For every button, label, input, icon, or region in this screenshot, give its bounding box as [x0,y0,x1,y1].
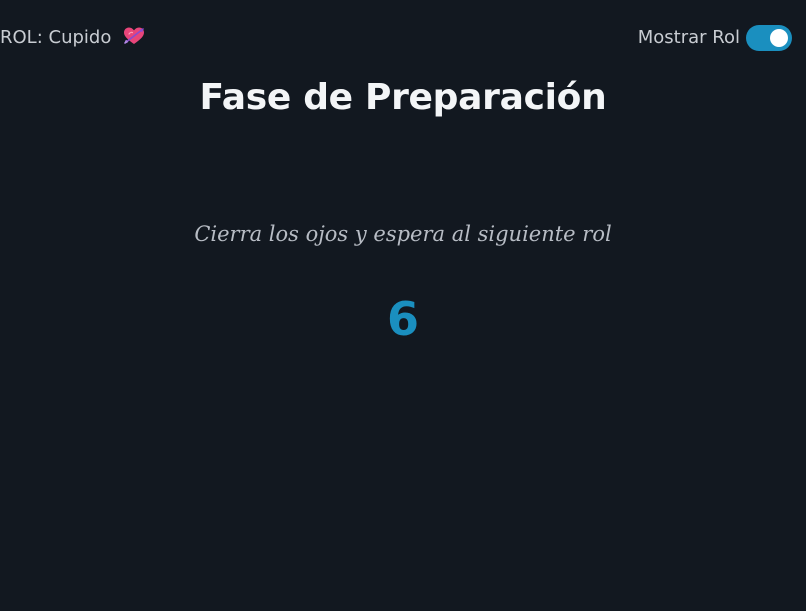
heart-with-arrow-icon [123,26,145,46]
role-prefix: ROL: [0,27,49,48]
show-role-control: Mostrar Rol [638,25,792,51]
instruction-text: Cierra los ojos y espera al siguiente ro… [194,222,612,246]
toggle-knob [770,29,788,47]
show-role-toggle[interactable] [746,25,792,51]
countdown-timer: 6 [386,292,419,346]
page-title: Fase de Preparación [199,77,607,118]
role-indicator: ROL: Cupido [0,26,145,50]
show-role-label: Mostrar Rol [637,27,740,48]
role-name: Cupido [48,27,112,48]
